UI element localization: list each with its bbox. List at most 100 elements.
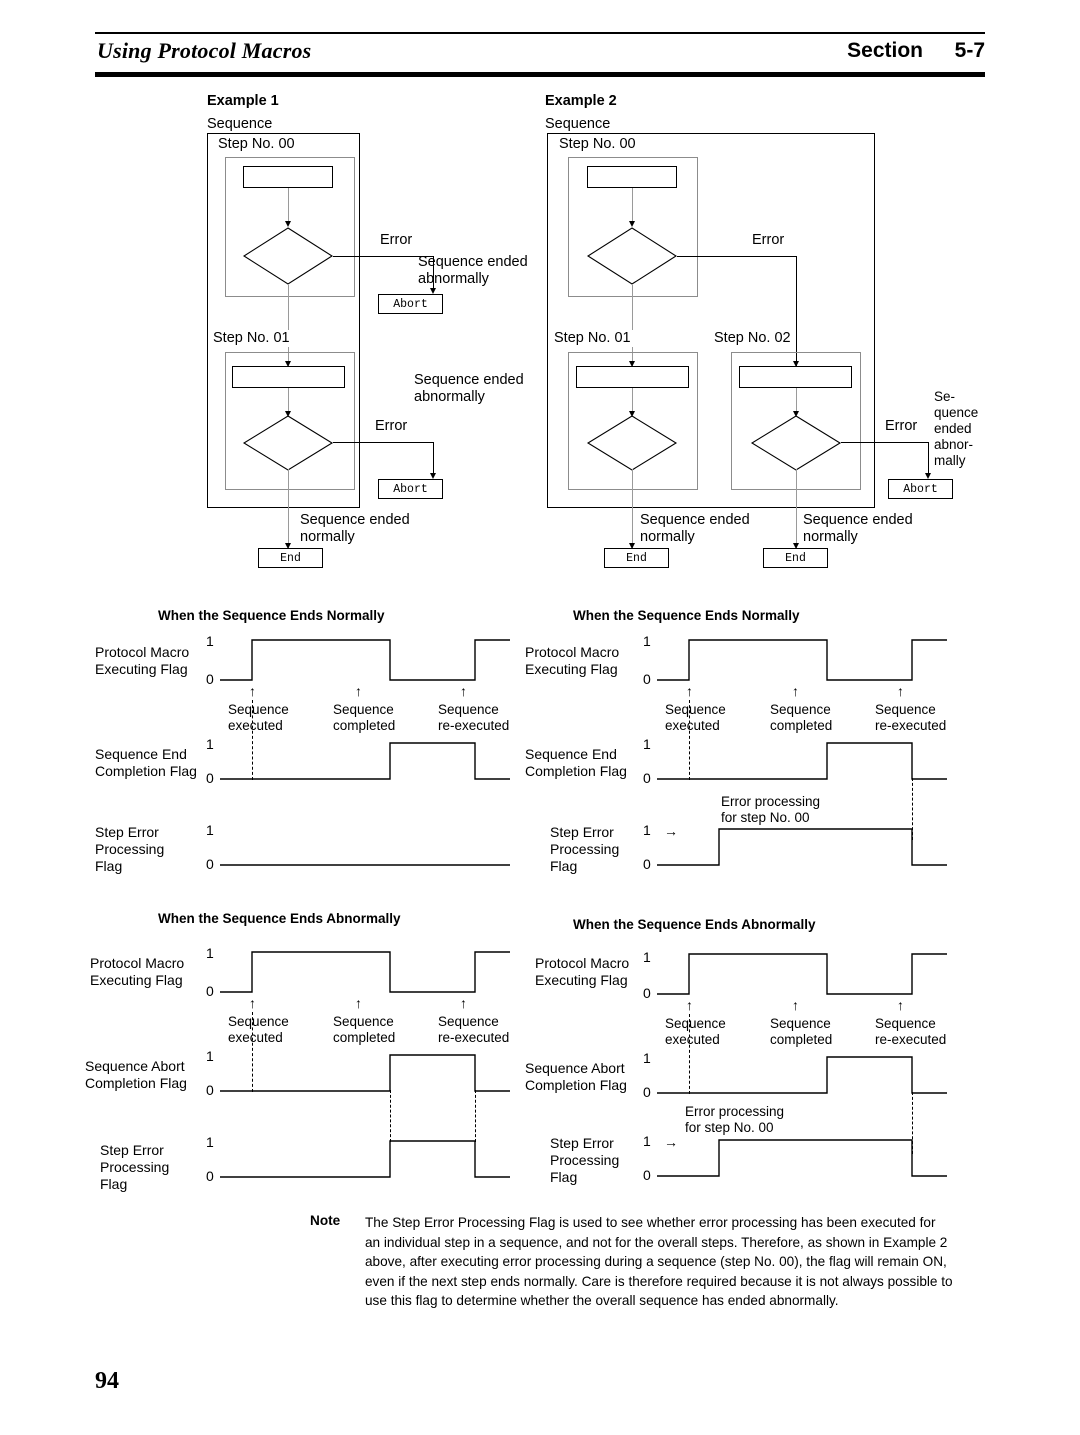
timing-level-low-3: 0: [643, 1167, 651, 1183]
timing-level-high-2: 1: [643, 1050, 651, 1066]
example-2-error-label-2: Error: [885, 418, 918, 434]
example-2-step-02-process: [739, 366, 852, 388]
example-1-abort-label-2: Abort: [393, 482, 428, 496]
example-2-sequence-label: Sequence: [545, 116, 611, 132]
timing-guide-dash: [390, 1090, 391, 1142]
timing-row-label-1: Protocol Macro Executing Flag: [525, 644, 620, 678]
timing-row-label-2: Sequence End Completion Flag: [95, 746, 197, 780]
page-number: 94: [95, 1368, 119, 1394]
timing-waveform-1: [220, 638, 510, 682]
example-2-step-00-decision: [586, 227, 678, 285]
timing-row-label-1: Protocol Macro Executing Flag: [95, 644, 190, 678]
section-number: 5-7: [954, 39, 985, 62]
timing-event-2: Sequence completed: [770, 1016, 833, 1048]
example-1-sequence-label: Sequence: [207, 116, 273, 132]
timing-level-high-3: 1: [643, 1133, 651, 1149]
timing-event-2: Sequence completed: [770, 702, 833, 734]
timing-event-3: Sequence re-executed: [438, 1014, 510, 1046]
example-2-normal-exit-line-2: [796, 469, 797, 549]
event-arrow-icon: ↑: [249, 995, 256, 1011]
example-2-step-01-label: Step No. 01: [552, 330, 633, 348]
event-arrow-icon: ↑: [460, 683, 467, 699]
example-2-step-02-label: Step No. 02: [712, 330, 793, 348]
timing-title: When the Sequence Ends Normally: [158, 608, 385, 623]
example-1-step-00-decision: [242, 227, 334, 285]
event-arrow-icon: ↑: [249, 683, 256, 699]
timing-diagram-ex2-abnormal: When the Sequence Ends Abnormally Protoc…: [525, 905, 980, 1195]
example-2-step-00-label: Step No. 00: [557, 136, 638, 154]
timing-row-label-2: Sequence Abort Completion Flag: [525, 1060, 627, 1094]
event-arrow-icon: ↑: [792, 683, 799, 699]
note-body: The Step Error Processing Flag is used t…: [365, 1215, 953, 1309]
timing-level-high-2: 1: [206, 736, 214, 752]
timing-title: When the Sequence Ends Abnormally: [158, 911, 401, 926]
page-header: Using Protocol Macros Section 5-7: [95, 32, 985, 80]
timing-level-low-3: 0: [643, 856, 651, 872]
example-1-abnormal-text-2: Sequence ended abnormally: [414, 372, 524, 406]
timing-level-low-1: 0: [206, 671, 214, 687]
event-arrow-icon: ↑: [792, 997, 799, 1013]
timing-waveform-1: [657, 638, 947, 682]
example-2-step-00-connector: [632, 188, 633, 224]
timing-event-2: Sequence completed: [333, 702, 396, 734]
timing-waveform-3: [220, 1139, 510, 1179]
example-1-end-box: End: [258, 548, 323, 568]
timing-event-1: Sequence executed: [228, 1014, 289, 1046]
timing-level-high-3: 1: [206, 1134, 214, 1150]
example-2-end-box-1: End: [604, 548, 669, 568]
timing-row-label-1: Protocol Macro Executing Flag: [90, 955, 185, 989]
example-1-step-00-label: Step No. 00: [216, 136, 297, 154]
event-arrow-icon: ↑: [686, 997, 693, 1013]
example-1-abnormal-text-1: Sequence ended abnormally: [418, 254, 528, 288]
example-2-abort-box: Abort: [888, 479, 953, 499]
example-1-step-00-connector: [288, 188, 289, 224]
timing-level-low-3: 0: [206, 856, 214, 872]
timing-level-low-1: 0: [206, 983, 214, 999]
example-2-error-branch-2-drop: [928, 442, 929, 475]
timing-level-high-2: 1: [206, 1048, 214, 1064]
timing-waveform-3: [220, 827, 510, 867]
example-1-normal-exit-line: [288, 469, 289, 549]
timing-waveform-1: [657, 952, 947, 996]
example-2-step-02-decision: [750, 415, 842, 471]
timing-row-label-3: Step Error Processing Flag: [550, 1135, 620, 1186]
example-2-abort-label: Abort: [903, 482, 938, 496]
example-1-step-00-process: [243, 166, 333, 188]
timing-waveform-1: [220, 950, 510, 994]
timing-event-2: Sequence completed: [333, 1014, 396, 1046]
example-1-error-branch-2-line: [333, 442, 433, 443]
timing-event-3: Sequence re-executed: [438, 702, 510, 734]
document-title: Using Protocol Macros: [97, 38, 312, 63]
timing-event-1: Sequence executed: [665, 1016, 726, 1048]
timing-waveform-3: [657, 827, 947, 867]
timing-level-low-2: 0: [643, 1084, 651, 1100]
example-2-error-branch-1-line: [677, 256, 797, 257]
timing-row-label-3: Step Error Processing Flag: [550, 824, 620, 875]
timing-level-high-2: 1: [643, 736, 651, 752]
timing-event-3: Sequence re-executed: [875, 1016, 947, 1048]
timing-waveform-2: [220, 741, 510, 781]
timing-waveform-3: [657, 1138, 947, 1178]
timing-row-label-3: Step Error Processing Flag: [100, 1142, 170, 1193]
event-arrow-icon: ↑: [460, 995, 467, 1011]
example-2-end-label-2: End: [785, 551, 806, 565]
example-1-abort-box-1: Abort: [378, 294, 443, 314]
timing-level-high-3: 1: [643, 822, 651, 838]
timing-annotation: Error processing for step No. 00: [685, 1104, 785, 1136]
timing-annotation: Error processing for step No. 00: [721, 794, 821, 826]
timing-row-label-3: Step Error Processing Flag: [95, 824, 165, 875]
timing-level-high-3: 1: [206, 822, 214, 838]
timing-diagram-ex1-abnormal: When the Sequence Ends Abnormally Protoc…: [85, 905, 510, 1195]
header-rule-top: [95, 32, 985, 34]
example-2-step-00-process: [587, 166, 677, 188]
example-1-end-label: End: [280, 551, 301, 565]
timing-title: When the Sequence Ends Normally: [573, 608, 800, 623]
timing-level-high-1: 1: [206, 633, 214, 649]
example-2-step-01-process: [576, 366, 689, 388]
example-2-heading: Example 2: [545, 93, 617, 109]
example-1-abort-box-2: Abort: [378, 479, 443, 499]
timing-level-low-2: 0: [643, 770, 651, 786]
example-2-end-label-1: End: [626, 551, 647, 565]
example-2-normal-text-2: Sequence ended normally: [803, 512, 913, 546]
timing-level-low-2: 0: [206, 1082, 214, 1098]
